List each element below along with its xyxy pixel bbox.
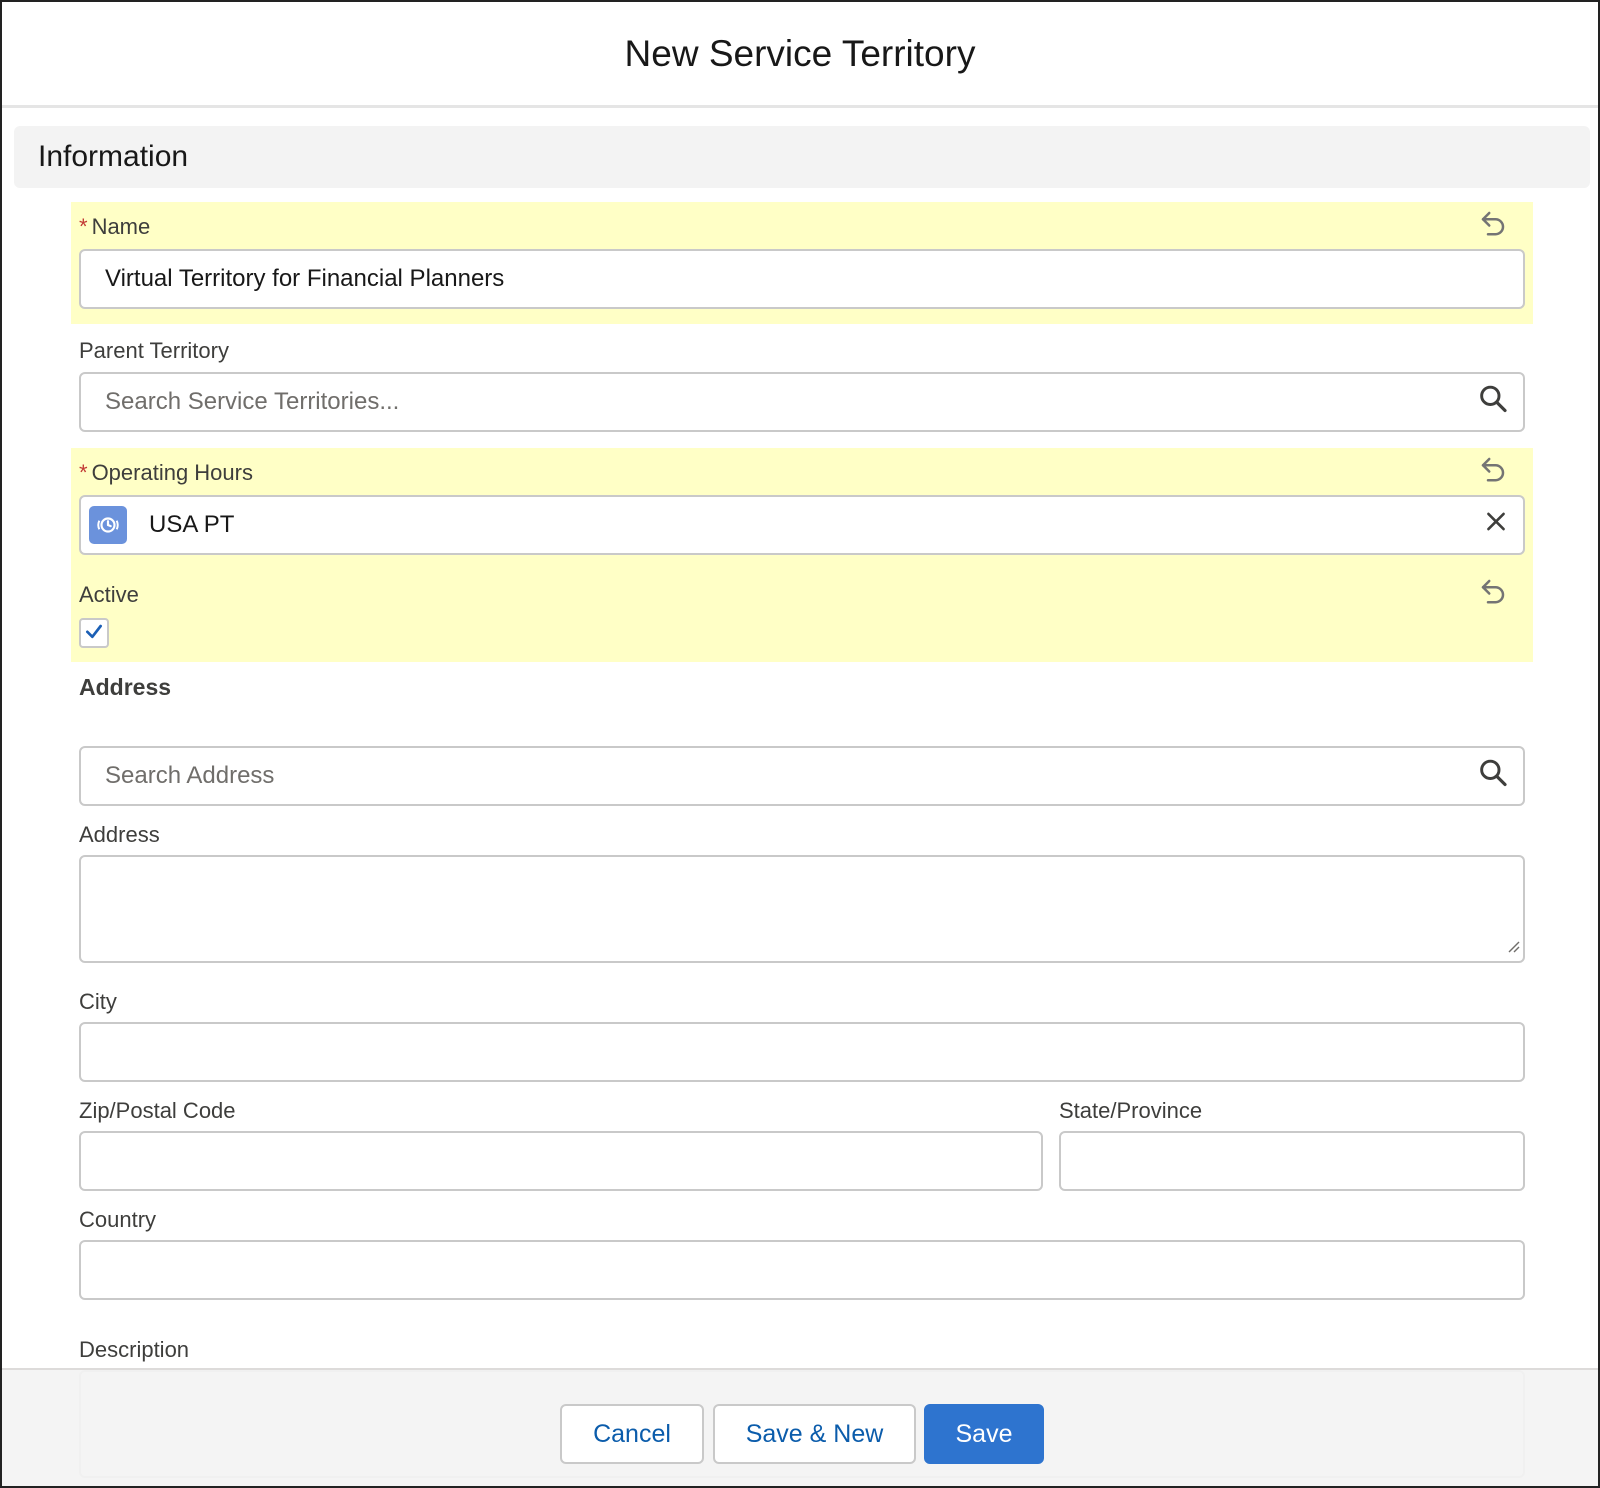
country-input[interactable] [79, 1240, 1525, 1300]
address-group-label: Address [79, 674, 172, 700]
modal-header: New Service Territory [2, 2, 1598, 108]
description-label: Description [79, 1337, 190, 1362]
operating-hours-lookup[interactable]: USA PT [79, 495, 1525, 555]
modal-title: New Service Territory [624, 32, 976, 74]
search-icon[interactable] [1477, 757, 1509, 796]
address-textarea[interactable] [79, 855, 1525, 963]
city-label: City [79, 989, 117, 1014]
country-label: Country [79, 1207, 157, 1232]
name-label: * Name [79, 214, 151, 239]
save-button[interactable]: Save [924, 1404, 1044, 1464]
undo-icon[interactable] [1478, 576, 1508, 613]
active-checkbox[interactable] [79, 618, 109, 648]
operating-hours-value: USA PT [149, 511, 235, 538]
state-label: State/Province [1059, 1098, 1203, 1123]
operating-hours-icon [89, 506, 127, 544]
operating-hours-label: * Operating Hours [79, 460, 253, 485]
section-header-information[interactable]: Information [14, 126, 1590, 188]
resize-handle-icon[interactable] [1505, 938, 1521, 959]
checkmark-icon [84, 621, 104, 646]
active-label: Active [79, 582, 139, 607]
section-title: Information [38, 140, 189, 173]
required-mark: * [79, 460, 88, 485]
name-input[interactable]: Virtual Territory for Financial Planners [79, 249, 1525, 309]
state-input[interactable] [1059, 1131, 1525, 1191]
required-mark: * [79, 214, 88, 239]
save-and-new-button[interactable]: Save & New [713, 1404, 916, 1464]
parent-territory-label: Parent Territory [79, 338, 229, 363]
zip-input[interactable] [79, 1131, 1043, 1191]
city-input[interactable] [79, 1022, 1525, 1082]
address-label: Address [79, 822, 160, 847]
cancel-button[interactable]: Cancel [560, 1404, 704, 1464]
parent-territory-input[interactable]: Search Service Territories... [79, 372, 1525, 432]
undo-icon[interactable] [1478, 454, 1508, 491]
modal-footer: Cancel Save & New Save [2, 1368, 1598, 1486]
operating-hours-active-highlight [71, 448, 1533, 662]
search-address-input[interactable]: Search Address [79, 746, 1525, 806]
close-icon[interactable] [1483, 509, 1509, 542]
modal-dialog: New Service Territory Information * Name … [0, 0, 1600, 1488]
undo-icon[interactable] [1478, 208, 1508, 245]
search-icon[interactable] [1477, 383, 1509, 422]
zip-label: Zip/Postal Code [79, 1098, 236, 1123]
